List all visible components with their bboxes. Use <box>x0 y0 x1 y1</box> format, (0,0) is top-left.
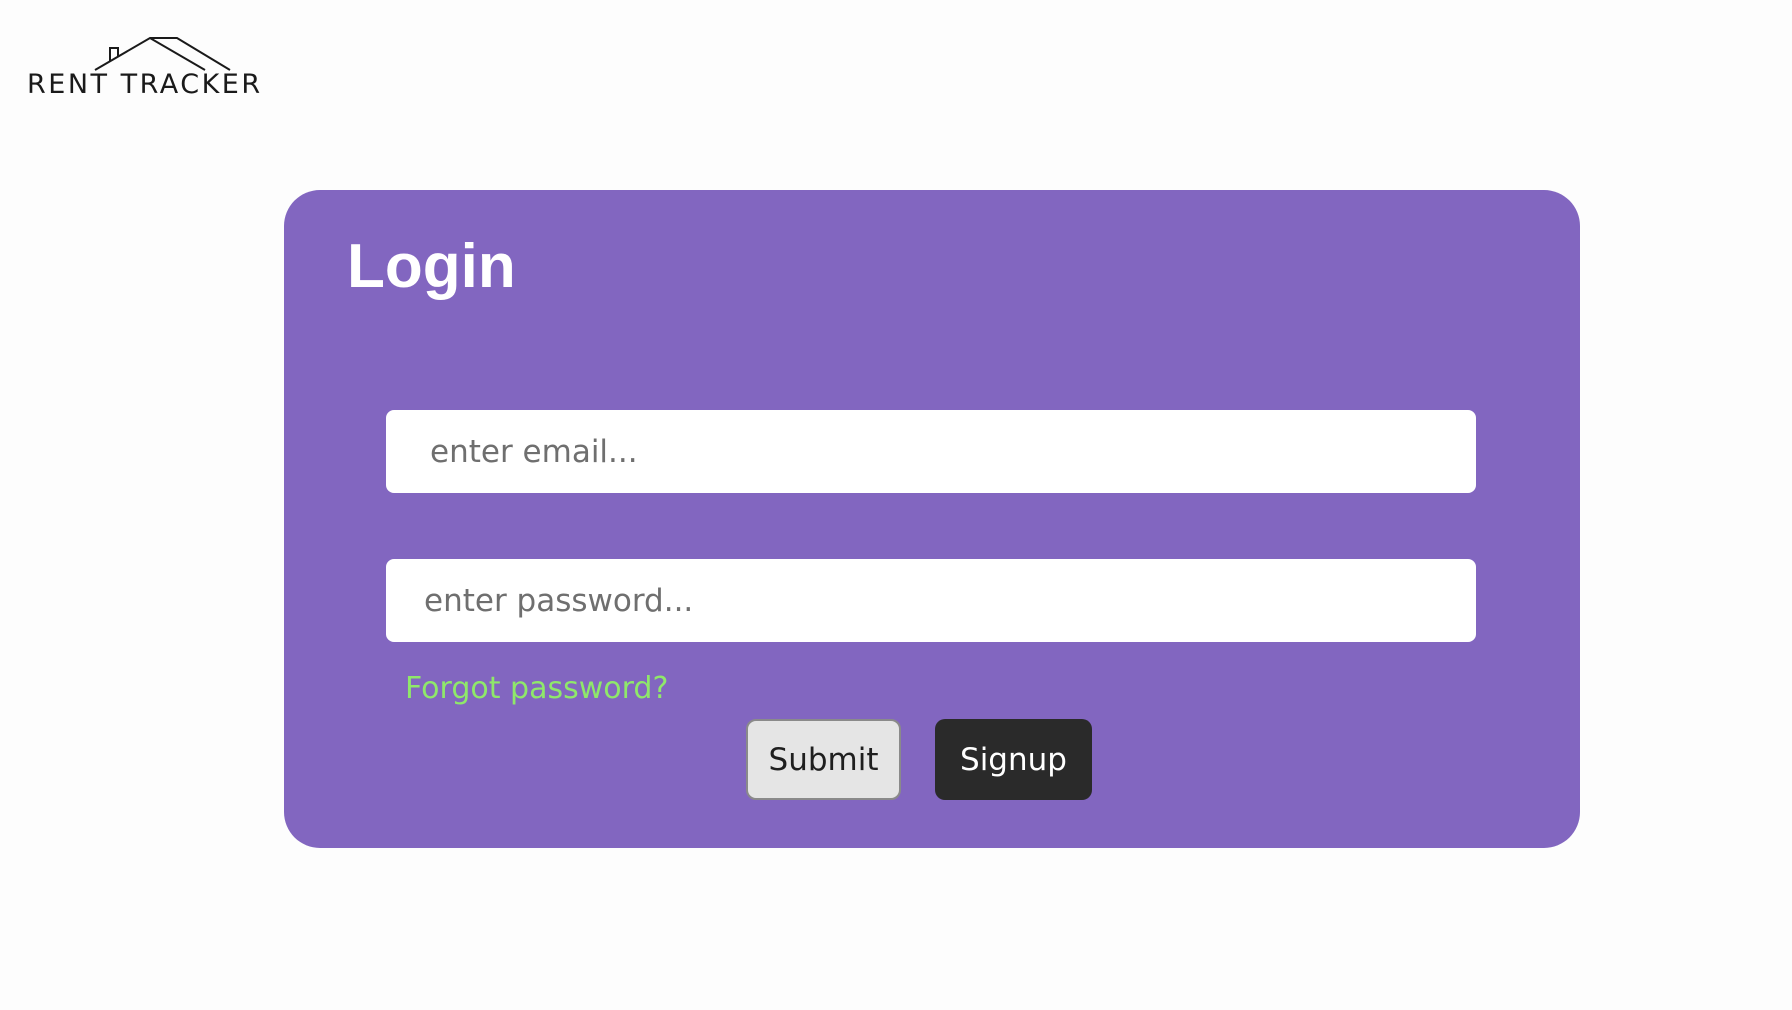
logo-text: RENT TRACKER <box>27 69 263 100</box>
email-field[interactable] <box>386 410 1476 493</box>
password-field[interactable] <box>386 559 1476 642</box>
forgot-password-link[interactable]: Forgot password? <box>405 671 668 706</box>
submit-button[interactable]: Submit <box>746 719 901 800</box>
login-title: Login <box>347 232 516 301</box>
app-logo[interactable]: RENT TRACKER <box>27 36 277 106</box>
login-card: Login Forgot password? Submit Signup <box>284 190 1580 848</box>
house-roof-icon <box>94 36 231 71</box>
signup-button[interactable]: Signup <box>935 719 1092 800</box>
